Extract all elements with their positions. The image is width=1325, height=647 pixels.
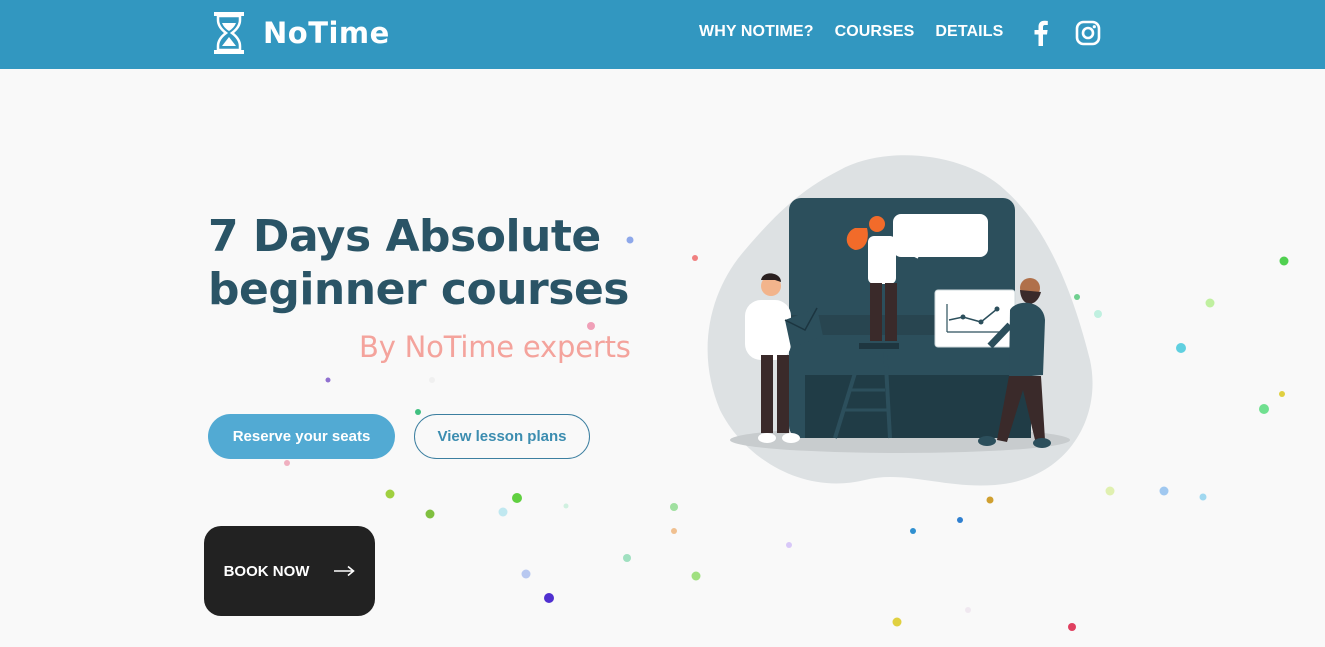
nav-link-courses[interactable]: COURSES [835, 23, 915, 41]
facebook-link[interactable] [1030, 20, 1050, 50]
main-nav: WHY NOTIME? COURSES DETAILS [699, 23, 1003, 41]
brand-name: NoTime [263, 16, 390, 50]
hero-title-line-2: beginner courses [208, 264, 629, 315]
book-now-button[interactable]: BOOK NOW [204, 526, 375, 616]
view-lesson-plans-button[interactable]: View lesson plans [414, 414, 590, 459]
hero-illustration [707, 155, 1093, 486]
hero-title-line-1: 7 Days Absolute [208, 211, 601, 262]
hourglass-icon [214, 12, 244, 54]
facebook-icon [1034, 20, 1048, 46]
brand-logo-link[interactable]: NoTime [213, 11, 390, 55]
instagram-link[interactable] [1075, 20, 1101, 50]
top-navbar: NoTime WHY NOTIME? COURSES DETAILS [0, 0, 1325, 69]
nav-link-why-notime[interactable]: WHY NOTIME? [699, 23, 814, 41]
book-now-label: BOOK NOW [223, 562, 310, 580]
nav-link-details[interactable]: DETAILS [935, 23, 1003, 41]
hero-title: 7 Days Absolute beginner courses [208, 210, 629, 316]
reserve-seats-button[interactable]: Reserve your seats [208, 414, 395, 459]
confetti-particles [284, 236, 1289, 631]
instagram-icon [1075, 20, 1101, 46]
hero-subtitle: By NoTime experts [359, 330, 631, 364]
arrow-right-icon [334, 565, 356, 577]
